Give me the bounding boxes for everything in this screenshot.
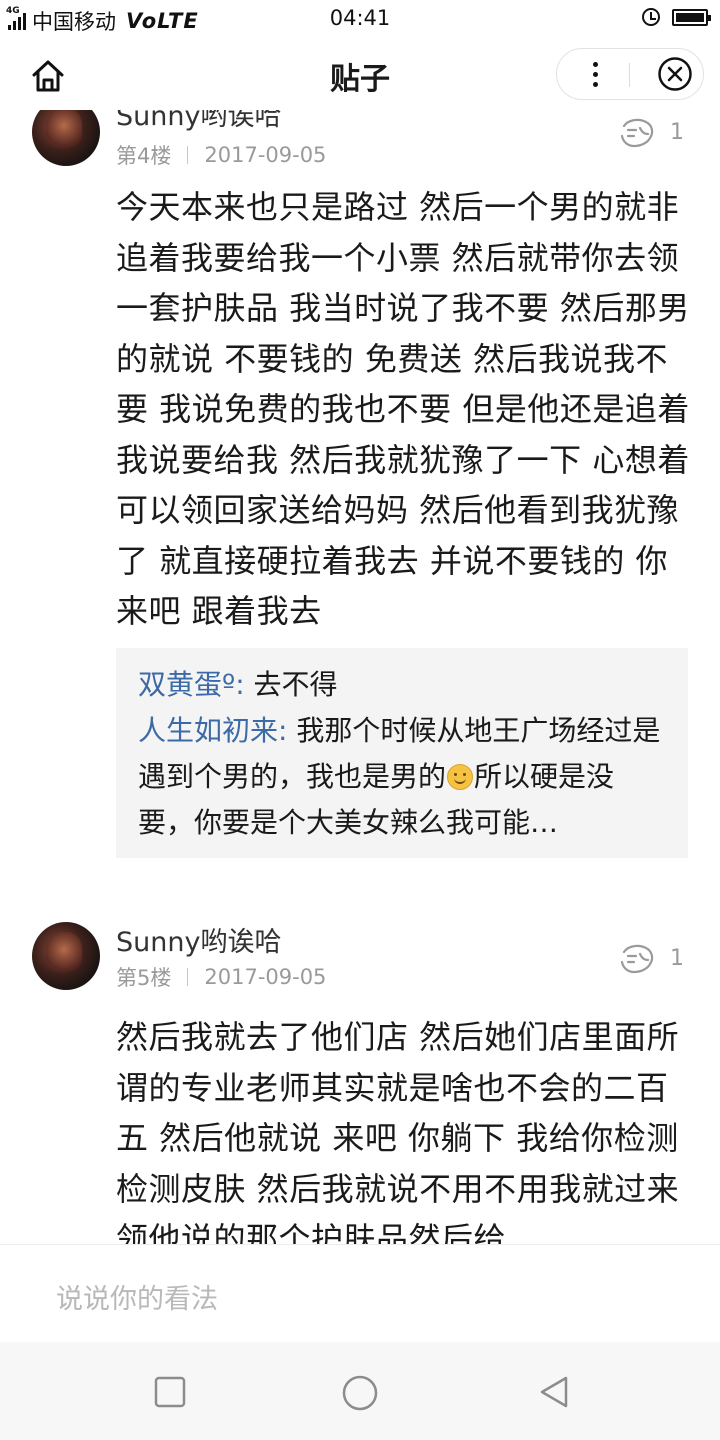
comment-bar: 说说你的看法: [0, 1244, 720, 1342]
battery-icon: [672, 8, 711, 26]
post-meta: 第5楼 2017-09-05: [116, 962, 326, 992]
reply-item: 双黄蛋º: 去不得: [138, 662, 666, 708]
reply-item: 人生如初来: 我那个时候从地王广场经过是遇到个男的，我也是男的 所以硬是没要，你要…: [138, 708, 666, 846]
navigation-bar: 贴子: [0, 38, 720, 110]
battery-level-fill: [676, 12, 704, 22]
post-body: 今天本来也只是路过 然后一个男的就非追着我要给我一个小票 然后就带你去领一套护肤…: [116, 188, 690, 630]
mini-program-capsule: [556, 48, 704, 100]
close-button[interactable]: [657, 56, 693, 92]
like-button[interactable]: [618, 942, 658, 978]
avatar[interactable]: [32, 110, 100, 166]
status-time: 04:41: [329, 6, 391, 30]
triangle-back-icon: [540, 1376, 568, 1408]
system-navigation-bar: [0, 1342, 720, 1440]
reply-text: 去不得: [244, 668, 338, 701]
reply-author[interactable]: 人生如初来:: [138, 714, 287, 747]
meta-divider: [187, 968, 189, 986]
avatar[interactable]: [32, 922, 100, 990]
floor-number: 第4楼: [116, 144, 172, 168]
comment-input[interactable]: 说说你的看法: [56, 1277, 218, 1316]
thumbs-up-icon: [620, 944, 654, 974]
system-home-button[interactable]: [341, 1374, 378, 1411]
close-circle-icon: [658, 57, 692, 91]
more-dots-icon: [592, 61, 598, 67]
reply-preview-box[interactable]: 双黄蛋º: 去不得 人生如初来: 我那个时候从地王广场经过是遇到个男的，我也是男…: [116, 648, 688, 858]
back-button[interactable]: [536, 1374, 572, 1410]
floor-number: 第5楼: [116, 966, 172, 990]
post-body: 然后我就去了他们店 然后她们店里面所谓的专业老师其实就是啥也不会的二百五 然后他…: [116, 1018, 680, 1244]
meta-divider: [187, 146, 189, 164]
alarm-clock-icon: [642, 8, 660, 26]
capsule-divider: [629, 63, 630, 87]
post-detail-page: 4G 中国移动 VoLTE 04:41 贴子 Sunny哟诶哈 第4楼 2017…: [0, 0, 720, 1440]
post-date: 2017-09-05: [204, 965, 327, 989]
more-button[interactable]: [575, 49, 615, 99]
like-count: 1: [670, 946, 684, 971]
like-count: 1: [670, 120, 684, 145]
post-list[interactable]: Sunny哟诶哈 第4楼 2017-09-05 1 今天本来也只是路过 然后一个…: [0, 110, 720, 1244]
square-recent-apps-icon: [154, 1376, 186, 1408]
post-date: 2017-09-05: [204, 143, 327, 167]
status-right: [642, 8, 711, 26]
recent-apps-button[interactable]: [152, 1374, 188, 1410]
reply-author[interactable]: 双黄蛋º:: [138, 668, 245, 701]
post-username[interactable]: Sunny哟诶哈: [116, 110, 281, 133]
like-button[interactable]: [618, 116, 658, 152]
post-username[interactable]: Sunny哟诶哈: [116, 920, 281, 959]
status-bar: 4G 中国移动 VoLTE 04:41: [0, 0, 720, 38]
smile-emoji-icon: [447, 764, 474, 790]
thumbs-up-icon: [620, 118, 654, 148]
post-meta: 第4楼 2017-09-05: [116, 140, 326, 170]
circle-home-icon: [342, 1375, 378, 1411]
